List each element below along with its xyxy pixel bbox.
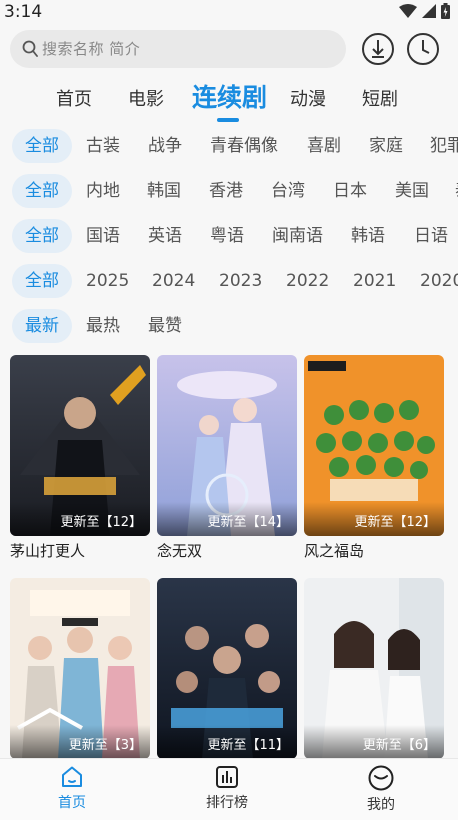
status-icons (399, 3, 450, 19)
show-poster: 更新至【14】 (157, 355, 297, 536)
update-label: 更新至【3】 (68, 738, 142, 753)
battery-icon (441, 3, 450, 19)
signal-icon (422, 4, 436, 18)
chip-year[interactable]: 2021 (353, 264, 396, 298)
tab-movies[interactable]: 电影 (128, 85, 164, 111)
chip-language-all[interactable]: 全部 (12, 219, 72, 253)
download-icon[interactable] (361, 32, 395, 66)
tab-shorts[interactable]: 短剧 (362, 85, 398, 111)
tab-anime[interactable]: 动漫 (290, 85, 326, 111)
chip-genre[interactable]: 古装 (86, 129, 120, 163)
filter-row-language: 全部 国语 英语 粤语 闽南语 韩语 日语 (0, 219, 458, 255)
chip-language[interactable]: 粤语 (210, 219, 244, 253)
chip-genre[interactable]: 青春偶像 (210, 129, 278, 163)
chip-language[interactable]: 闽南语 (272, 219, 323, 253)
tab-series[interactable]: 连续剧 (192, 78, 267, 114)
nav-ranking-label: 排行榜 (206, 795, 248, 811)
chip-sort-top-rated[interactable]: 最赞 (148, 309, 182, 343)
chip-genre[interactable]: 喜剧 (307, 129, 341, 163)
filter-row-genre: 全部 古装 战争 青春偶像 喜剧 家庭 犯罪 (0, 129, 458, 165)
chip-region[interactable]: 香港 (209, 174, 243, 208)
nav-ranking[interactable]: 排行榜 (187, 765, 267, 812)
update-label: 更新至【6】 (362, 738, 436, 753)
filter-row-year: 全部 2025 2024 2023 2022 2021 2020 (0, 264, 458, 300)
nav-home-label: 首页 (58, 795, 86, 811)
tab-home[interactable]: 首页 (56, 85, 92, 111)
chip-language[interactable]: 英语 (148, 219, 182, 253)
filter-row-region: 全部 内地 韩国 香港 台湾 日本 美国 泰国 (0, 174, 458, 210)
show-poster: 更新至【12】 (304, 355, 444, 536)
chip-language[interactable]: 韩语 (351, 219, 385, 253)
status-bar: 3:14 (0, 0, 458, 24)
chip-year[interactable]: 2022 (286, 264, 329, 298)
search-input[interactable]: 搜索名称 简介 (10, 30, 346, 68)
show-poster: 更新至【3】 (10, 578, 150, 759)
bottom-nav: 首页 排行榜 我的 (0, 758, 458, 820)
show-title: 念无双 (157, 542, 203, 560)
chip-language[interactable]: 日语 (414, 219, 448, 253)
chip-region[interactable]: 美国 (395, 174, 429, 208)
show-poster: 更新至【12】 (10, 355, 150, 536)
chip-genre[interactable]: 家庭 (369, 129, 403, 163)
filter-row-sort: 最新 最热 最赞 (0, 309, 458, 345)
chip-region[interactable]: 韩国 (147, 174, 181, 208)
home-icon (62, 766, 82, 787)
update-label: 更新至【12】 (60, 515, 142, 530)
chip-region[interactable]: 内地 (86, 174, 120, 208)
chip-region-all[interactable]: 全部 (12, 174, 72, 208)
update-label: 更新至【12】 (354, 515, 436, 530)
search-icon (22, 40, 38, 57)
show-title: 茅山打更人 (10, 542, 86, 560)
profile-smile-icon (368, 765, 394, 791)
update-label: 更新至【14】 (207, 515, 289, 530)
history-clock-icon[interactable] (406, 32, 440, 66)
show-poster: 更新至【6】 (304, 578, 444, 759)
search-placeholder: 搜索名称 简介 (42, 40, 141, 58)
chip-sort-newest[interactable]: 最新 (12, 309, 72, 343)
nav-mine-label: 我的 (367, 797, 395, 813)
update-label: 更新至【11】 (207, 738, 289, 753)
nav-mine[interactable]: 我的 (341, 765, 421, 814)
chip-sort-hottest[interactable]: 最热 (86, 309, 120, 343)
chip-year-all[interactable]: 全部 (12, 264, 72, 298)
chip-year[interactable]: 2024 (152, 264, 195, 298)
chip-genre[interactable]: 战争 (148, 129, 182, 163)
status-time: 3:14 (4, 2, 43, 22)
chip-year[interactable]: 2020 (420, 264, 458, 298)
show-title: 风之福岛 (304, 542, 365, 560)
wifi-icon (399, 4, 417, 18)
main-tabs: 首页 电影 连续剧 动漫 短剧 (0, 76, 458, 124)
chip-year[interactable]: 2025 (86, 264, 129, 298)
chip-language[interactable]: 国语 (86, 219, 120, 253)
tab-indicator (217, 118, 239, 122)
chip-region[interactable]: 日本 (333, 174, 367, 208)
ranking-chart-icon (216, 766, 238, 788)
chip-year[interactable]: 2023 (219, 264, 262, 298)
chip-genre-all[interactable]: 全部 (12, 129, 72, 163)
chip-genre[interactable]: 犯罪 (430, 129, 458, 163)
nav-home[interactable]: 首页 (32, 765, 112, 812)
chip-region[interactable]: 台湾 (271, 174, 305, 208)
show-poster: 更新至【11】 (157, 578, 297, 759)
